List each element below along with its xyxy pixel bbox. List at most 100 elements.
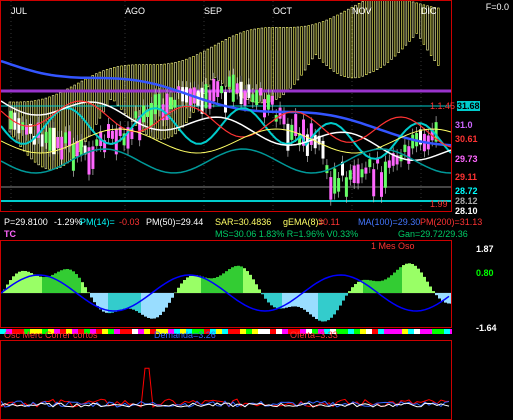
cloud-band [145,64,148,135]
change-readout: -1.29% [54,217,83,227]
histogram-bar-down [450,293,451,304]
histogram-bar-up [198,275,201,293]
strip-cell [444,329,450,334]
candle-body [75,140,79,157]
strip-cell [114,329,120,334]
gan-readout: Gan=29.72/29.36 [398,229,468,239]
chart-window: F=0.0 JUL AGO SEP OCT NOV DIC 31.68 31.0… [0,0,513,420]
osc-axis-bottom: -1.64 [476,323,497,333]
candle-body [321,140,325,159]
cloud-band [84,78,87,142]
histogram-bar-down [93,293,96,303]
candle-body [216,81,220,97]
histogram-bar-up [57,271,60,293]
strip-cell [450,329,452,334]
cloud-band [224,39,228,87]
histogram-bar-up [408,263,411,293]
histogram-bar-down [435,293,438,296]
cloud-band [113,67,116,102]
histogram-bar-down [150,293,153,319]
candle-body [259,88,263,96]
histogram-bar-down [345,293,348,296]
month-label: SEP [204,6,223,16]
histogram-bar-up [24,271,27,293]
strip-cell [342,329,348,334]
candle-body [247,84,251,98]
cloud-band [343,10,346,77]
supply-demand-chart[interactable] [1,341,451,419]
histogram-bar-up [393,272,396,293]
histogram-bar-down [90,293,93,298]
histogram-bar-up [432,291,435,293]
oscillator-label: 1 Mes Oso [371,241,415,251]
month-label: DIC [421,6,437,16]
histogram-bar-up [228,269,231,293]
histogram-bar-up [420,272,423,293]
price-label-current: 31.68 [457,101,480,111]
histogram-bar-up [387,277,390,293]
cloud-band [303,25,307,71]
candle-body [325,165,329,174]
histogram-bar-up [42,277,45,293]
oscillator-chart[interactable] [1,241,451,327]
histogram-bar-up [240,266,243,293]
histogram-bar-up [378,281,381,293]
strip-cell [120,329,126,334]
price-chart[interactable] [1,1,451,211]
histogram-bar-down [330,293,333,318]
histogram-bar-up [210,278,213,293]
histogram-bar-up [81,282,84,293]
candle-body [255,90,259,106]
candle-body [181,87,185,102]
histogram-bar-up [189,275,192,293]
cloud-band [66,88,69,164]
pm50-readout: PM(50)=29.44 [146,217,204,227]
month-label: NOV [352,6,372,16]
histogram-bar-up [258,289,261,293]
strip-cell [264,329,270,334]
candle-body [333,168,337,194]
histogram-bar-down [168,293,171,303]
strip-cell [420,329,426,334]
candle-body [235,83,239,94]
cloud-band [354,4,357,79]
histogram-bar-up [354,284,357,293]
candle-body [220,86,224,94]
histogram-bar-up [36,275,39,293]
cloud-band [390,1,393,60]
strip-cell [438,329,444,334]
candle-body [71,143,75,171]
histogram-bar-down [306,293,309,312]
histogram-bar-down [114,293,117,312]
osc-axis-mid: 0.80 [476,268,494,278]
cloud-band [386,1,390,63]
oscillator-panel[interactable] [0,240,452,328]
cloud-band [210,46,213,81]
candle-body [329,177,333,200]
candle-body [356,164,360,184]
candle-body [337,178,341,192]
month-label: AGO [125,6,146,16]
candle-body [29,123,32,134]
supply-demand-panel[interactable] [0,340,452,420]
candle-body [212,78,216,102]
cloud-band [131,64,134,122]
histogram-bar-down [273,293,276,308]
strip-cell [234,329,240,334]
histogram-bar-up [48,276,51,293]
sar-readout: SAR=30.4836 [215,217,272,227]
cloud-band [311,24,314,60]
candle-body [411,134,415,149]
strip-cell [348,329,354,334]
histogram-bar-up [180,283,183,293]
strip-cell [228,329,234,334]
histogram-bar-up [246,271,249,293]
candle-body [290,124,294,140]
histogram-bar-down [120,293,123,310]
cloud-band [372,1,375,72]
price-readout: P=29.8100 [4,217,48,227]
candle-body [407,146,411,164]
strip-cell [372,329,378,334]
price-panel[interactable]: JUL AGO SEP OCT NOV DIC [0,0,452,212]
histogram-bar-up [21,270,24,293]
